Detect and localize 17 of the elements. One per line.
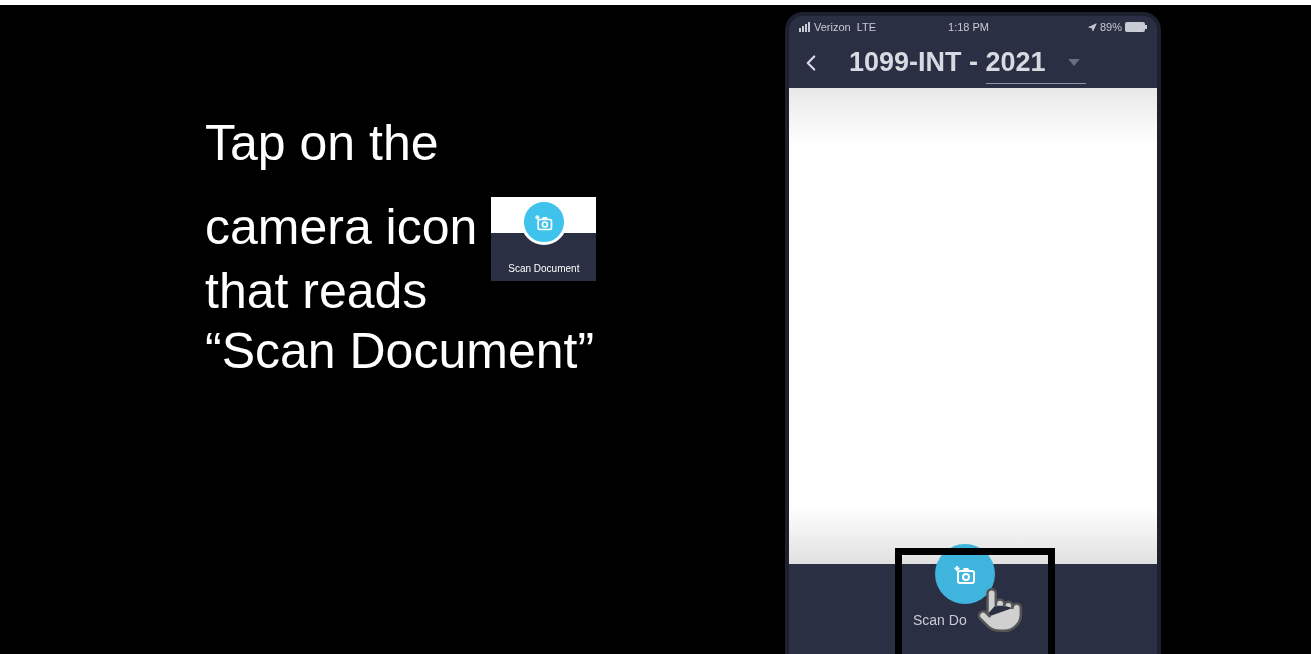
location-icon xyxy=(1087,22,1097,32)
instruction-line: camera icon xyxy=(205,198,478,257)
clock-text: 1:18 PM xyxy=(948,19,990,35)
instruction-line: Tap on the xyxy=(205,114,439,173)
signal-icon xyxy=(799,22,811,32)
scan-button-label[interactable]: Scan Do xyxy=(913,612,967,628)
dropdown-caret-icon xyxy=(1067,59,1080,66)
instruction-line: “Scan Document” xyxy=(205,322,595,381)
scan-document-label: Scan Document xyxy=(507,263,581,275)
network-text: LTE xyxy=(856,19,877,35)
battery-icon xyxy=(1125,22,1147,32)
camera-plus-icon xyxy=(534,212,555,232)
battery-percent: 89% xyxy=(1099,19,1122,35)
form-title: 1099-INT - xyxy=(849,46,980,80)
year-dropdown[interactable]: 2021 xyxy=(985,42,1086,84)
instruction-line: that reads xyxy=(205,262,428,321)
carrier-text: Verizon xyxy=(814,19,851,35)
